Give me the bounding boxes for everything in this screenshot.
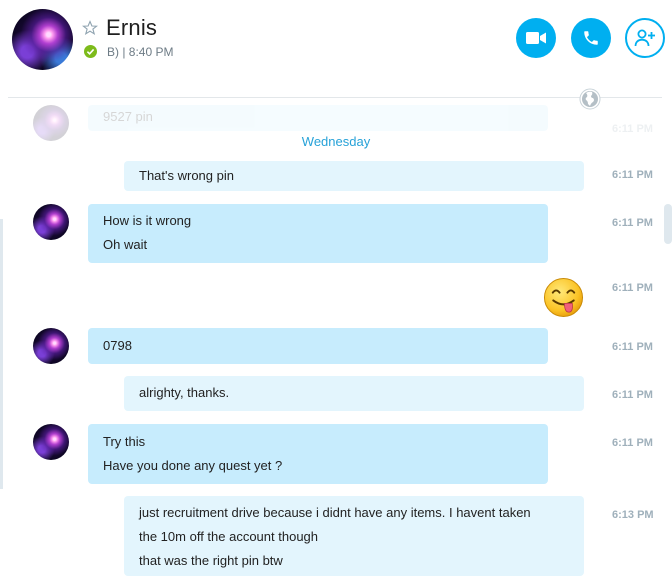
contact-name[interactable]: Ernis xyxy=(106,15,157,41)
message-text: How is it wrong xyxy=(103,213,192,228)
header-divider xyxy=(8,97,662,98)
scrollbar[interactable] xyxy=(664,204,672,244)
message-bubble-received[interactable]: How is it wrong Oh wait xyxy=(88,204,548,263)
message-timestamp: 6:11 PM xyxy=(612,341,653,353)
contact-avatar-small[interactable] xyxy=(33,424,69,460)
message-bubble: 9527 pin xyxy=(88,105,548,131)
message-text: Have you done any quest yet ? xyxy=(103,458,283,473)
video-camera-icon xyxy=(526,32,546,44)
phone-icon xyxy=(584,31,598,45)
message-timestamp: 6:11 PM xyxy=(612,169,653,181)
globe-icon[interactable] xyxy=(579,88,601,110)
message-text: just recruitment drive because i didnt h… xyxy=(139,505,531,520)
message-timestamp: 6:11 PM xyxy=(612,217,653,229)
message-timestamp: 6:11 PM xyxy=(612,389,653,401)
message-text: the 10m off the account though xyxy=(139,529,319,544)
tongue-out-emoji-icon[interactable] xyxy=(543,277,584,318)
message-text: alrighty, thanks. xyxy=(139,385,230,400)
message-bubble-sent[interactable]: alrighty, thanks. xyxy=(124,376,584,411)
mood-and-local-time: B) | 8:40 PM xyxy=(107,45,174,59)
add-people-button[interactable] xyxy=(625,18,665,58)
audio-call-button[interactable] xyxy=(571,18,611,58)
message-text: 0798 xyxy=(103,338,132,353)
message-text: that was the right pin btw xyxy=(139,553,283,568)
message-bubble-sent[interactable]: just recruitment drive because i didnt h… xyxy=(124,496,584,576)
message-bubble-sent[interactable]: That's wrong pin xyxy=(124,161,584,191)
message-history[interactable]: 9527 pin 6:11 PM Wednesday That's wrong … xyxy=(0,99,672,587)
message-text: That's wrong pin xyxy=(139,168,234,183)
message-bubble-received[interactable]: Try this Have you done any quest yet ? xyxy=(88,424,548,484)
message-text: Try this xyxy=(103,434,146,449)
message-timestamp: 6:11 PM xyxy=(612,282,653,294)
contact-avatar-small[interactable] xyxy=(33,328,69,364)
online-status-icon xyxy=(84,45,97,58)
message-timestamp: 6:13 PM xyxy=(612,509,654,521)
message-bubble-received[interactable]: 0798 xyxy=(88,328,548,364)
message-timestamp: 6:11 PM xyxy=(612,437,653,449)
contact-avatar[interactable] xyxy=(12,9,73,70)
video-call-button[interactable] xyxy=(516,18,556,58)
contact-avatar-small[interactable] xyxy=(33,204,69,240)
message-text: 9527 pin xyxy=(103,109,153,124)
add-person-icon xyxy=(634,29,655,47)
message-text: Oh wait xyxy=(103,237,148,252)
panel-edge xyxy=(0,219,3,489)
favorite-star-icon[interactable] xyxy=(82,20,98,36)
day-separator: Wednesday xyxy=(301,134,371,149)
conversation-header: Ernis B) | 8:40 PM xyxy=(0,0,672,98)
